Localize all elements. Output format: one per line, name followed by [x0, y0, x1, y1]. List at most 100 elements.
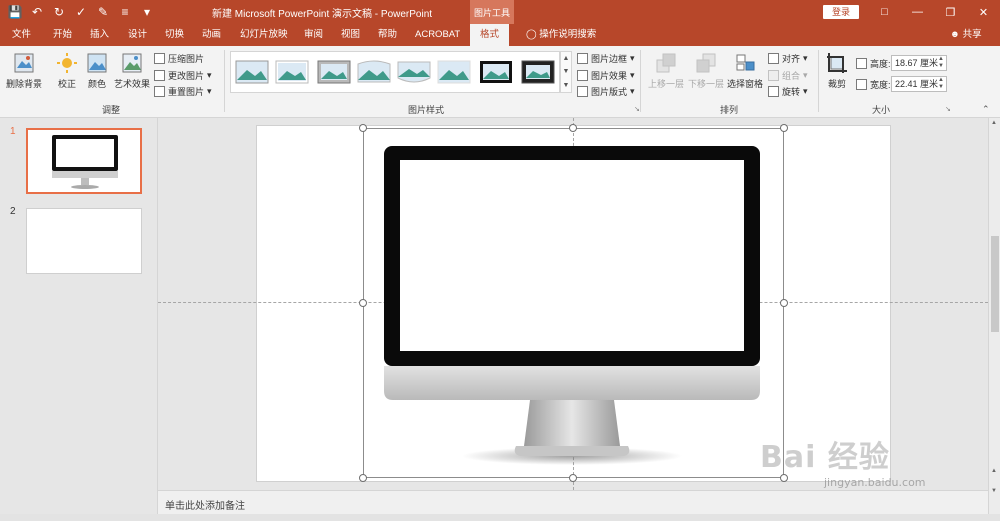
scroll-up-icon[interactable]: ▲ [991, 120, 997, 126]
chevron-up-icon[interactable]: ▲ [563, 55, 570, 62]
picture-color-icon [87, 53, 107, 73]
tell-me-search[interactable]: ◯ 操作说明搜索 [526, 24, 596, 46]
artistic-effects-button[interactable]: 艺术效果 [114, 52, 150, 90]
tell-me-label: 操作说明搜索 [539, 29, 597, 40]
scrollbar-thumb[interactable] [991, 236, 999, 332]
height-value: 18.67 厘米 [895, 58, 939, 68]
corrections-button[interactable]: 校正 [56, 52, 78, 90]
picture-style-6[interactable] [437, 58, 471, 86]
redo-icon[interactable]: ↻ [50, 3, 68, 21]
tab-format[interactable]: 格式 [470, 24, 510, 46]
compress-pictures-button[interactable]: 压缩图片 [154, 52, 204, 65]
align-button[interactable]: 对齐 ▾ [768, 52, 808, 65]
remove-background-icon [14, 53, 34, 73]
window-title: 新建 Microsoft PowerPoint 演示文稿 - PowerPoin… [212, 9, 433, 20]
rotate-button[interactable]: 旋转 ▾ [768, 85, 808, 98]
group-button[interactable]: 组合 ▾ [768, 69, 808, 82]
spin-arrows-icon[interactable]: ▲ ▼ [938, 56, 944, 70]
resize-handle-top-left[interactable] [359, 124, 367, 132]
remove-background-button[interactable]: 删除背景 [6, 52, 42, 90]
height-label: 高度: [856, 57, 891, 70]
tab-help[interactable]: 帮助 [378, 24, 397, 46]
picture-style-4[interactable] [357, 58, 391, 86]
picture-styles-gallery [230, 51, 560, 93]
login-button[interactable]: 登录 [823, 5, 859, 19]
next-slide-icon[interactable]: ▼ [991, 488, 997, 494]
slide-thumbnail-1[interactable] [26, 128, 142, 194]
tab-slideshow[interactable]: 幻灯片放映 [240, 24, 288, 46]
collapse-ribbon-icon[interactable]: ⌃ [982, 104, 990, 115]
selection-pane-button[interactable]: 选择窗格 [727, 52, 763, 90]
ribbon-tabs: 文件 开始 插入 设计 切换 动画 幻灯片放映 审阅 视图 帮助 ACROBAT… [0, 24, 1000, 46]
resize-handle-bottom[interactable] [569, 474, 577, 482]
picture-style-3[interactable] [317, 58, 351, 86]
previous-slide-icon[interactable]: ▲ [991, 468, 997, 474]
reset-picture-icon [154, 86, 165, 97]
share-button[interactable]: ☻ 共享 [950, 24, 982, 46]
picture-selection-box [363, 128, 784, 478]
tab-home[interactable]: 开始 [53, 24, 72, 46]
size-group-label: 大小 [872, 105, 891, 115]
more-icon[interactable]: ▼ [563, 82, 570, 89]
height-input[interactable]: 18.67 厘米 ▲ ▼ [891, 55, 947, 71]
picture-layout-button[interactable]: 图片版式 ▾ [577, 85, 635, 98]
align-icon[interactable]: ≡ [116, 3, 134, 21]
undo-icon[interactable]: ↶ [28, 3, 46, 21]
chevron-down-icon: ▾ [803, 70, 808, 80]
format-painter-icon[interactable]: ✎ [94, 3, 112, 21]
minimize-icon[interactable]: — [901, 0, 934, 24]
restore-icon[interactable]: ❐ [934, 0, 967, 24]
chevron-down-icon: ▾ [803, 86, 808, 96]
picture-border-button[interactable]: 图片边框 ▾ [577, 52, 635, 65]
styles-dialog-launcher-icon[interactable]: ↘ [634, 105, 640, 113]
resize-handle-right[interactable] [780, 299, 788, 307]
watermark-url: jingyan.baidu.com [824, 476, 926, 489]
picture-style-2[interactable] [275, 58, 309, 86]
picture-effects-button[interactable]: 图片效果 ▾ [577, 69, 635, 82]
tab-acrobat[interactable]: ACROBAT [415, 24, 460, 46]
tab-view[interactable]: 视图 [341, 24, 360, 46]
notes-pane[interactable]: 单击此处添加备注 [158, 490, 988, 514]
width-input[interactable]: 22.41 厘米 ▲ ▼ [891, 76, 947, 92]
picture-style-7[interactable] [479, 58, 513, 86]
tab-animations[interactable]: 动画 [202, 24, 221, 46]
slide-number: 2 [10, 206, 16, 217]
chevron-down-icon: ▾ [207, 86, 212, 96]
vertical-scrollbar[interactable]: ▲ ▲ ▼ [988, 118, 1000, 514]
tab-review[interactable]: 审阅 [304, 24, 323, 46]
compress-label: 压缩图片 [168, 54, 205, 64]
styles-gallery-scroll[interactable]: ▲ ▼ ▼ [560, 51, 572, 93]
send-backward-button[interactable]: 下移一层 [688, 52, 724, 90]
resize-handle-top[interactable] [569, 124, 577, 132]
slide-thumbnail-2[interactable] [26, 208, 142, 274]
chevron-down-icon[interactable]: ▼ [563, 68, 570, 75]
color-button[interactable]: 颜色 [86, 52, 108, 90]
tab-transitions[interactable]: 切换 [165, 24, 184, 46]
lightbulb-icon: ◯ [526, 29, 537, 40]
resize-handle-top-right[interactable] [780, 124, 788, 132]
resize-handle-left[interactable] [359, 299, 367, 307]
size-dialog-launcher-icon[interactable]: ↘ [945, 105, 951, 113]
picture-style-8[interactable] [521, 58, 555, 86]
reset-picture-button[interactable]: 重置图片 ▾ [154, 85, 212, 98]
tab-file[interactable]: 文件 [12, 24, 31, 46]
tab-design[interactable]: 设计 [128, 24, 147, 46]
ribbon-display-options-icon[interactable]: □ [868, 0, 901, 24]
person-icon: ☻ [950, 29, 960, 40]
adjust-group-label: 调整 [102, 105, 121, 115]
save-icon[interactable]: 💾 [6, 3, 24, 21]
spin-arrows-icon[interactable]: ▲ ▼ [938, 77, 944, 91]
tab-insert[interactable]: 插入 [90, 24, 109, 46]
baidu-jingyan-watermark: Bai 经验 jingyan.baidu.com [760, 432, 926, 489]
picture-layout-label: 图片版式 [591, 87, 628, 97]
picture-style-1[interactable] [235, 58, 269, 86]
customize-qat-icon[interactable]: ▾ [138, 3, 156, 21]
bring-forward-button[interactable]: 上移一层 [648, 52, 684, 90]
picture-style-5[interactable] [397, 58, 431, 86]
compress-icon [154, 53, 165, 64]
spellcheck-icon[interactable]: ✓ [72, 3, 90, 21]
close-icon[interactable]: ✕ [967, 0, 1000, 24]
resize-handle-bottom-left[interactable] [359, 474, 367, 482]
change-picture-button[interactable]: 更改图片 ▾ [154, 69, 212, 82]
crop-button[interactable]: 裁剪 [826, 52, 848, 90]
